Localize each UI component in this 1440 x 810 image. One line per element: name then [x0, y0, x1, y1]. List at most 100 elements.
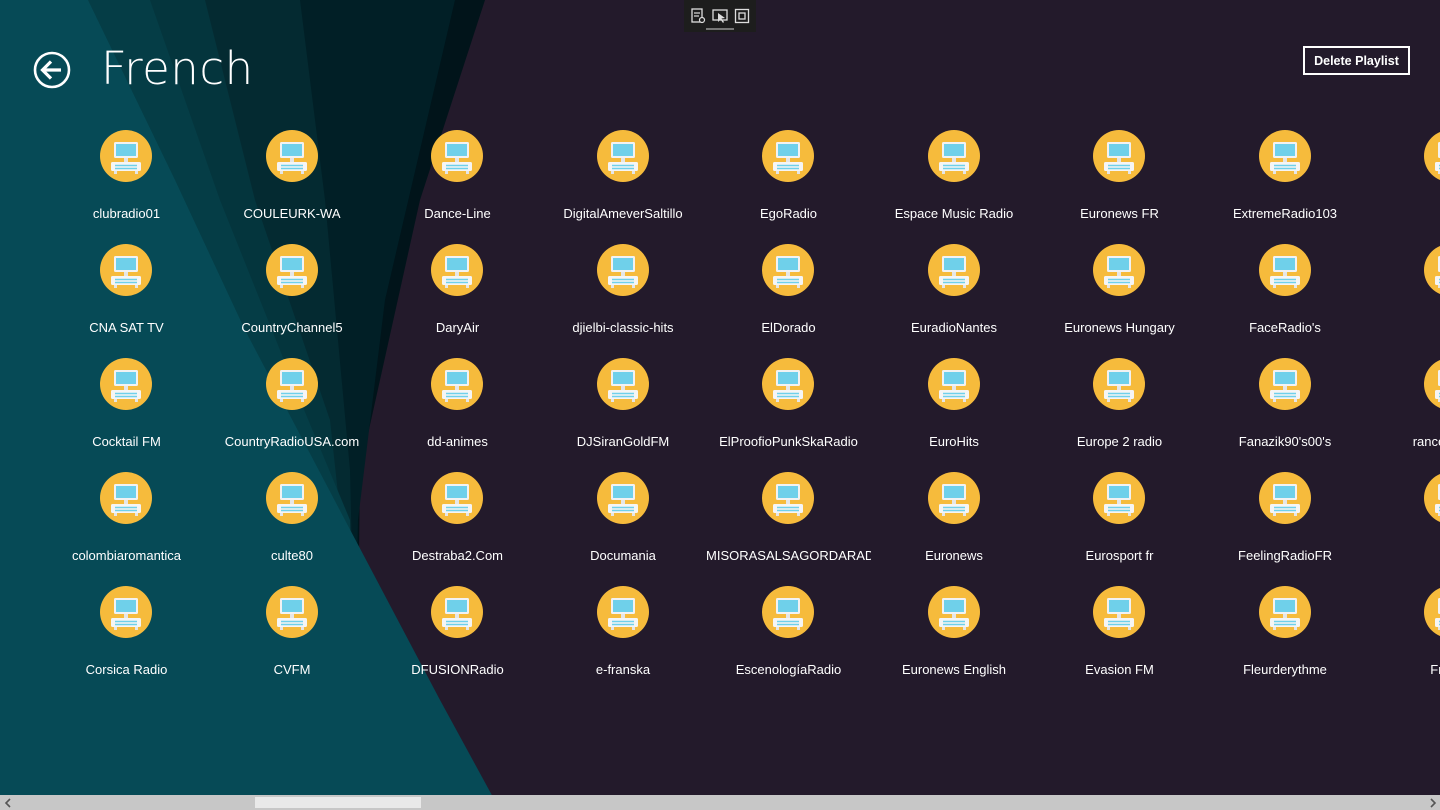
scrollbar-thumb[interactable] [255, 797, 421, 808]
tv-radio-icon [596, 472, 649, 524]
tv-radio-icon [596, 358, 649, 410]
station-label: culte80 [271, 548, 313, 563]
station-tile[interactable]: Euronews FR [1037, 130, 1203, 244]
tv-radio-icon [1258, 472, 1311, 524]
station-tile[interactable]: djielbi-classic-hits [541, 244, 707, 358]
back-arrow-icon [33, 51, 71, 89]
delete-playlist-button[interactable]: Delete Playlist [1303, 46, 1410, 75]
page-title: French [101, 42, 254, 95]
station-tile[interactable]: Fleurderythme [1203, 586, 1369, 690]
scroll-right-arrow-icon[interactable] [1425, 795, 1440, 810]
station-label: colombiaromantica [71, 548, 182, 563]
station-tile[interactable]: Fanazik90's00's [1203, 358, 1369, 472]
station-label: Euronews FR [1080, 206, 1159, 221]
station-label: France [1430, 662, 1440, 677]
station-label: fra [1368, 547, 1440, 565]
station-tile[interactable]: Fl [1368, 130, 1440, 244]
tv-radio-icon [1093, 358, 1145, 410]
fullscreen-icon[interactable] [733, 7, 751, 25]
station-tile[interactable]: ElProofioPunkSkaRadio [706, 358, 872, 472]
tv-radio-icon [100, 586, 152, 638]
pointer-icon[interactable] [711, 7, 729, 25]
tv-radio-icon [762, 244, 814, 296]
scroll-left-arrow-icon[interactable] [0, 795, 15, 810]
station-tile[interactable]: Euronews Hungary [1037, 244, 1203, 358]
station-tile[interactable]: culte80 [210, 472, 376, 586]
station-tile[interactable]: Europe 2 radio [1037, 358, 1203, 472]
station-tile[interactable]: ExtremeRadio103 [1203, 130, 1369, 244]
station-tile[interactable]: Destraba2.Com [375, 472, 541, 586]
station-label: Euronews [925, 548, 983, 563]
station-tile[interactable]: e-franska [541, 586, 707, 690]
tv-radio-icon [431, 472, 483, 524]
tv-radio-icon [431, 244, 483, 296]
tv-radio-icon [265, 358, 318, 410]
station-label: CNA SAT TV [89, 320, 164, 335]
station-tile[interactable]: Cocktail FM [44, 358, 210, 472]
station-label: DFUSIONRadio [411, 662, 504, 677]
station-tile[interactable]: MISORASALSAGORDARADI [706, 472, 872, 586]
tv-radio-icon [927, 130, 980, 182]
station-label: Euronews English [901, 662, 1007, 677]
settings-list-icon[interactable] [689, 7, 707, 25]
station-tile[interactable]: France [1368, 586, 1440, 690]
station-tile[interactable]: clubradio01 [44, 130, 210, 244]
station-tile[interactable]: DJSiranGoldFM [541, 358, 707, 472]
station-label: DigitalAmeverSaltillo [563, 206, 683, 221]
tv-radio-icon [1093, 472, 1145, 524]
station-label: Evasion FM [1085, 662, 1154, 677]
station-tile[interactable]: EuradioNantes [872, 244, 1038, 358]
station-tile[interactable]: Eurosport fr [1037, 472, 1203, 586]
station-label: DJSiranGoldFM [576, 434, 670, 449]
tv-radio-icon [100, 130, 152, 182]
station-tile[interactable]: Espace Music Radio [872, 130, 1038, 244]
station-tile[interactable]: dd-animes [375, 358, 541, 472]
station-tile[interactable]: EgoRadio [706, 130, 872, 244]
station-tile[interactable]: Dance-Line [375, 130, 541, 244]
station-label: EgoRadio [759, 206, 818, 221]
station-tile[interactable]: EuroHits [872, 358, 1038, 472]
tv-radio-icon [1258, 358, 1311, 410]
station-tile[interactable]: EscenologíaRadio [706, 586, 872, 690]
tv-radio-icon [596, 130, 649, 182]
station-tile[interactable]: colombiaromantica [44, 472, 210, 586]
station-tile[interactable]: CNA SAT TV [44, 244, 210, 358]
station-tile[interactable]: Documania [541, 472, 707, 586]
station-tile[interactable]: CVFM [210, 586, 376, 690]
station-label: CVFM [273, 662, 311, 677]
station-tile[interactable]: FeelingRadioFR [1203, 472, 1369, 586]
station-tile[interactable]: FaceRadio's [1203, 244, 1369, 358]
station-tile[interactable]: DaryAir [375, 244, 541, 358]
station-tile[interactable]: Corsica Radio [44, 586, 210, 690]
station-label: dd-animes [427, 434, 488, 449]
command-bar-grip[interactable] [706, 28, 734, 30]
station-tile[interactable]: Euronews English [872, 586, 1038, 690]
station-tile[interactable]: fra [1368, 472, 1440, 586]
station-tile[interactable]: COULEURK-WA [210, 130, 376, 244]
station-tile[interactable]: DigitalAmeverSaltillo [541, 130, 707, 244]
station-label: Fr [1368, 319, 1440, 337]
tv-radio-icon [1258, 586, 1311, 638]
station-tile[interactable]: CountryChannel5 [210, 244, 376, 358]
station-tile[interactable]: CountryRadioUSA.com [210, 358, 376, 472]
station-tile[interactable]: Euronews [872, 472, 1038, 586]
station-tile[interactable]: Evasion FM [1037, 586, 1203, 690]
horizontal-scrollbar[interactable] [0, 795, 1440, 810]
station-tile[interactable]: ElDorado [706, 244, 872, 358]
station-label: Cocktail FM [92, 434, 161, 449]
station-label: CountryRadioUSA.com [224, 434, 360, 449]
tv-radio-icon [927, 244, 980, 296]
tv-radio-icon [927, 358, 980, 410]
app-command-bar [684, 0, 756, 32]
station-label: Destraba2.Com [411, 548, 504, 563]
tv-radio-icon [100, 244, 152, 296]
tv-radio-icon [762, 472, 814, 524]
tv-radio-icon [1258, 244, 1311, 296]
station-tile[interactable]: rance 2 (JT c [1368, 358, 1440, 472]
station-tile[interactable]: Fr [1368, 244, 1440, 358]
station-tile[interactable]: DFUSIONRadio [375, 586, 541, 690]
station-label: EuradioNantes [911, 320, 997, 335]
tv-radio-icon [1258, 130, 1311, 182]
back-button[interactable] [33, 51, 71, 89]
tv-radio-icon [265, 130, 318, 182]
